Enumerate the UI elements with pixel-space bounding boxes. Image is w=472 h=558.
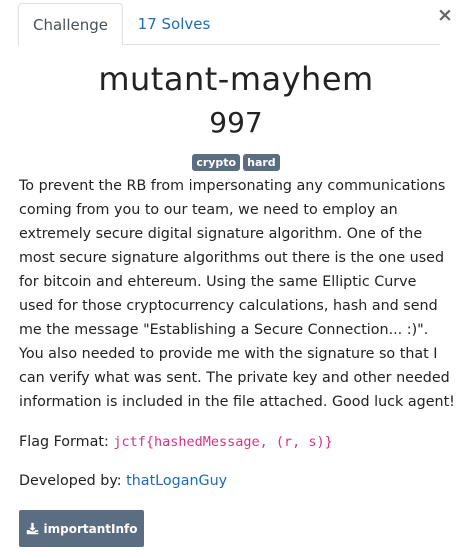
flag-format-label: Flag Format: — [19, 434, 109, 450]
developer-info: Developed by: thatLoganGuy — [19, 469, 459, 493]
tab-challenge[interactable]: Challenge — [18, 3, 123, 46]
developed-by-label: Developed by: — [19, 473, 122, 489]
challenge-tabs: Challenge 17 Solves — [18, 0, 440, 46]
developer-link[interactable]: thatLoganGuy — [126, 473, 227, 489]
challenge-points: 997 — [209, 106, 263, 139]
challenge-tags: crypto hard — [0, 154, 472, 171]
tag-hard: hard — [243, 154, 280, 171]
flag-format: Flag Format: jctf{hashedMessage, (r, s)} — [19, 430, 459, 454]
tag-crypto: crypto — [192, 154, 241, 171]
file-button-label: importantInfo — [43, 521, 138, 536]
close-icon[interactable]: × — [435, 4, 455, 26]
download-icon — [26, 522, 38, 535]
tab-solves[interactable]: 17 Solves — [129, 3, 219, 45]
challenge-title: mutant-mayhem — [98, 60, 374, 98]
challenge-description: To prevent the RB from impersonating any… — [19, 178, 455, 410]
flag-format-value: jctf{hashedMessage, (r, s)} — [113, 434, 333, 450]
download-file-button[interactable]: importantInfo — [19, 510, 144, 547]
